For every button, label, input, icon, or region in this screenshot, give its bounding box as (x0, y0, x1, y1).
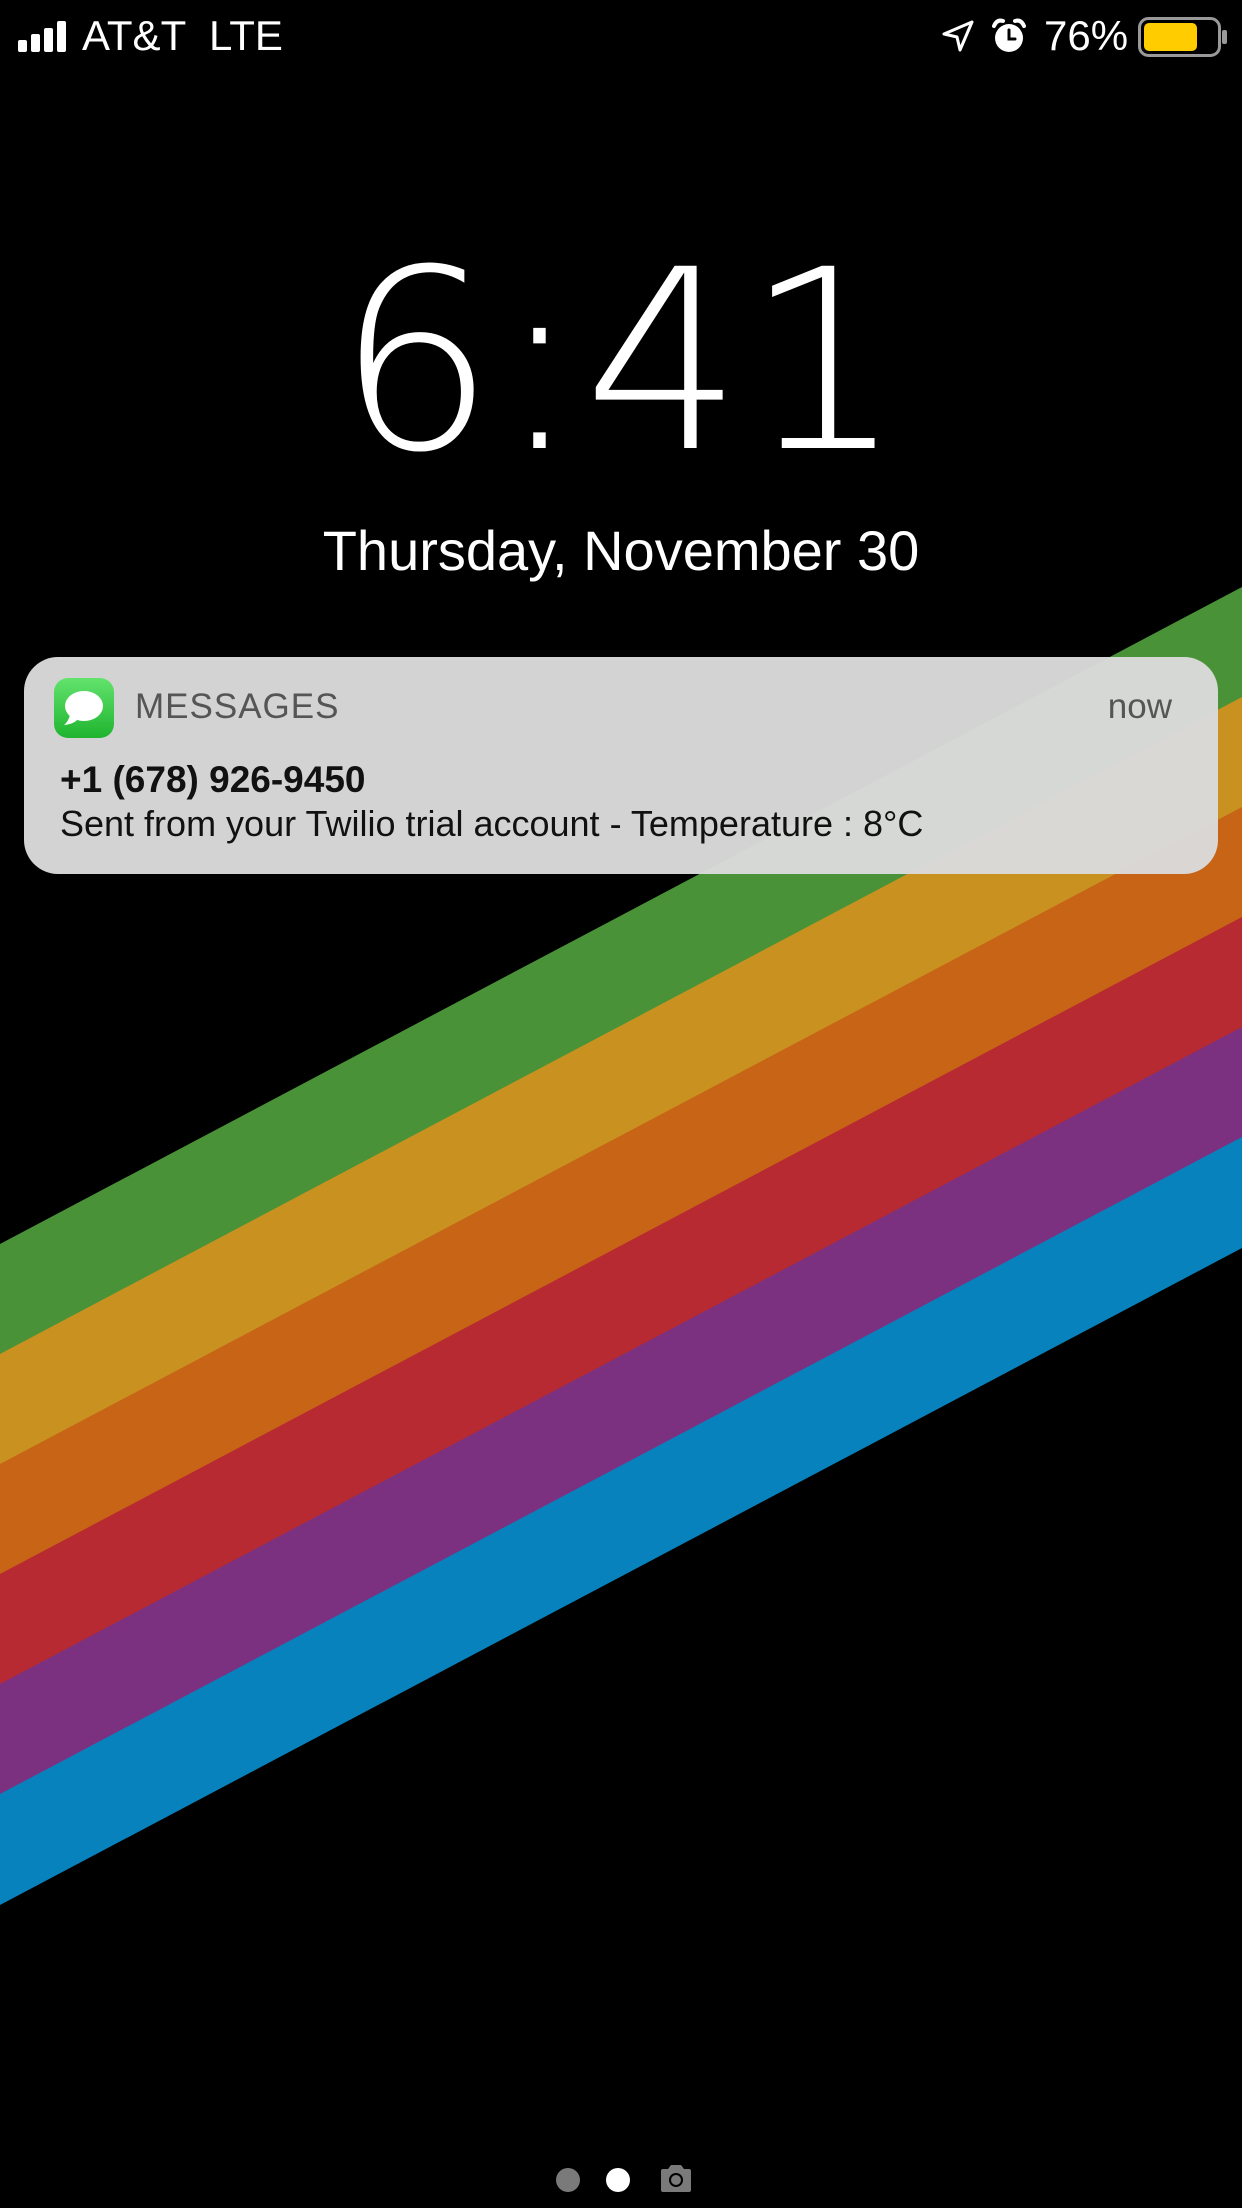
lock-screen-time: 6:41 (336, 216, 906, 507)
message-notification[interactable]: MESSAGES now +1 (678) 926-9450 Sent from… (24, 657, 1218, 874)
messages-app-icon (54, 678, 114, 738)
battery-percentage: 76% (1044, 12, 1129, 59)
page-dot[interactable] (556, 2168, 580, 2192)
notification-app-name: MESSAGES (135, 687, 340, 726)
battery-level-fill (1144, 23, 1197, 51)
lock-screen-date: Thursday, November 30 (322, 519, 920, 582)
page-dot-current[interactable] (606, 2168, 630, 2192)
battery-icon (1138, 17, 1227, 57)
notification-time: now (1107, 687, 1172, 726)
carrier-label: AT&T (82, 12, 187, 59)
page-indicator (550, 2158, 700, 2198)
status-bar: AT&T LTE 76% (0, 0, 1242, 72)
alarm-clock-icon (992, 18, 1026, 52)
signal-bars-icon (18, 20, 72, 52)
location-arrow-icon (942, 20, 974, 52)
camera-icon[interactable] (658, 2162, 694, 2194)
notification-sender: +1 (678) 926-9450 (60, 759, 366, 800)
network-type-label: LTE (209, 12, 283, 59)
notification-body: Sent from your Twilio trial account - Te… (60, 803, 924, 844)
